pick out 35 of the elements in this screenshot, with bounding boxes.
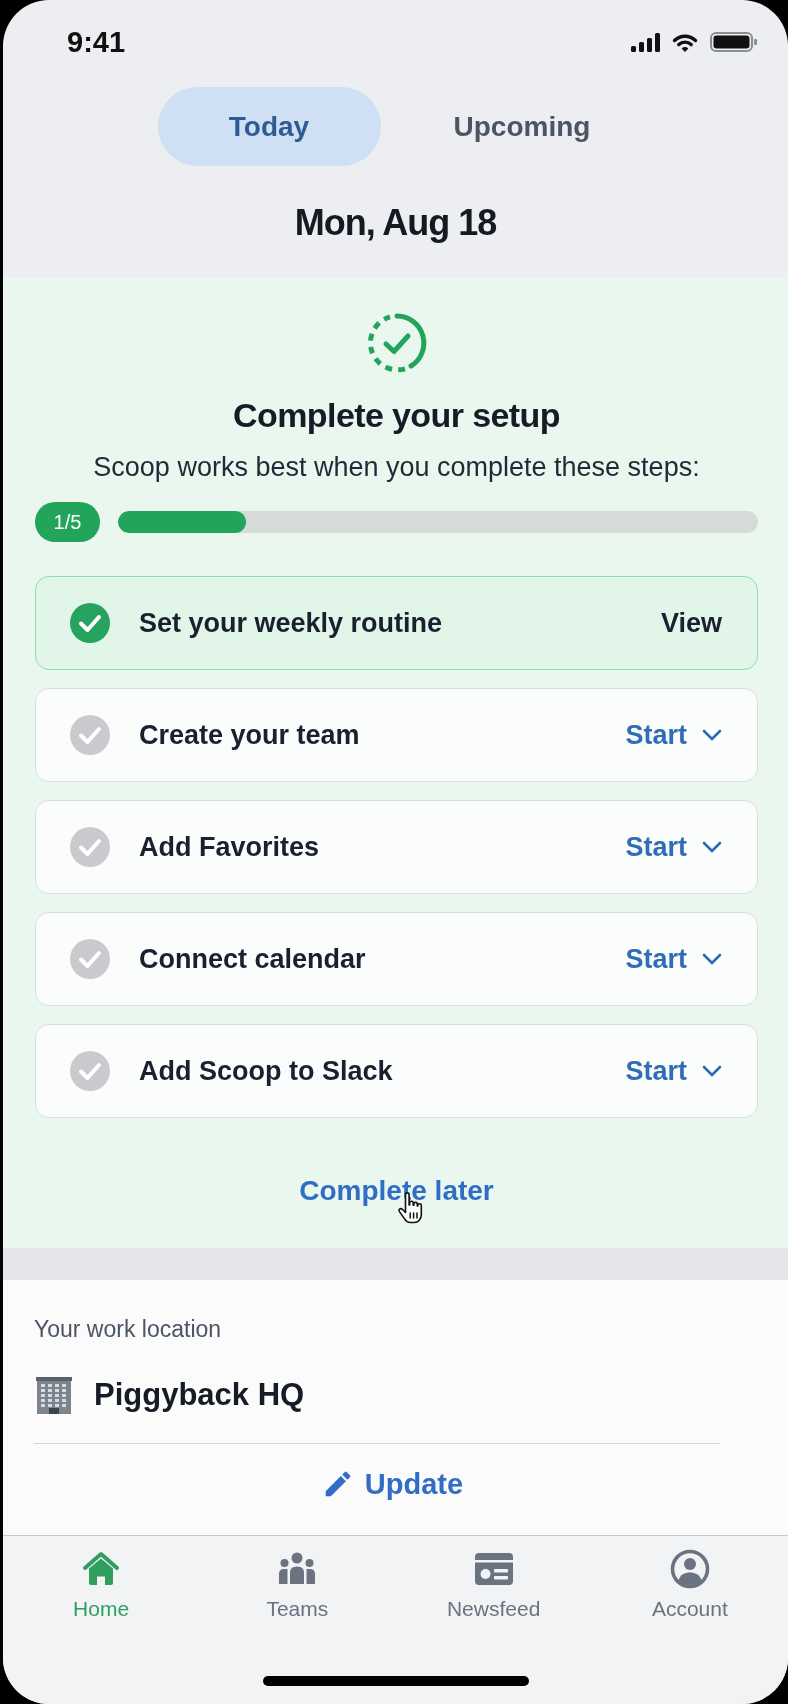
step-title: Connect calendar	[139, 943, 366, 975]
nav-tab[interactable]: Home	[3, 1536, 200, 1622]
section-label: Your work location	[34, 1315, 222, 1343]
building-icon	[34, 1375, 74, 1415]
complete-later-link[interactable]: Complete later	[299, 1175, 494, 1207]
account-icon	[669, 1549, 710, 1589]
step-action-link[interactable]: Start	[625, 719, 722, 751]
step-action-link[interactable]: View	[660, 607, 722, 639]
time-text: 9:41	[67, 25, 126, 59]
step-action-link[interactable]: Start	[625, 943, 722, 975]
battery-icon	[710, 32, 758, 52]
setup-title: Complete your setup	[233, 395, 560, 435]
wifi-icon	[672, 32, 698, 52]
location-name: Piggyback HQ	[94, 1376, 305, 1414]
chevron-down-icon	[702, 729, 722, 741]
chevron-down-icon	[702, 953, 722, 965]
step-title: Add Favorites	[139, 831, 320, 863]
segment-tab[interactable]: Upcoming	[410, 87, 634, 166]
signal-icon	[631, 32, 660, 52]
segment-tab[interactable]: Today	[157, 87, 381, 166]
date-heading: Mon, Aug 18	[294, 201, 497, 244]
chevron-down-icon	[702, 1065, 722, 1077]
step-action-link[interactable]: Start	[625, 831, 722, 863]
update-button[interactable]: Update	[324, 1466, 464, 1502]
step-title: Add Scoop to Slack	[139, 1055, 393, 1087]
progress-count: 1/5	[35, 502, 100, 542]
nav-tab[interactable]: Account	[591, 1536, 788, 1622]
nav-tab[interactable]: Teams	[199, 1536, 396, 1622]
pencil-icon	[324, 1471, 351, 1497]
chevron-down-icon	[702, 841, 722, 853]
nav-tab[interactable]: Newsfeed	[395, 1536, 592, 1622]
step-action-link[interactable]: Start	[625, 1055, 722, 1087]
step-title: Create your team	[139, 719, 360, 751]
setup-subtitle: Scoop works best when you complete these steps:	[93, 452, 700, 482]
step-title: Set your weekly routine	[139, 607, 443, 639]
